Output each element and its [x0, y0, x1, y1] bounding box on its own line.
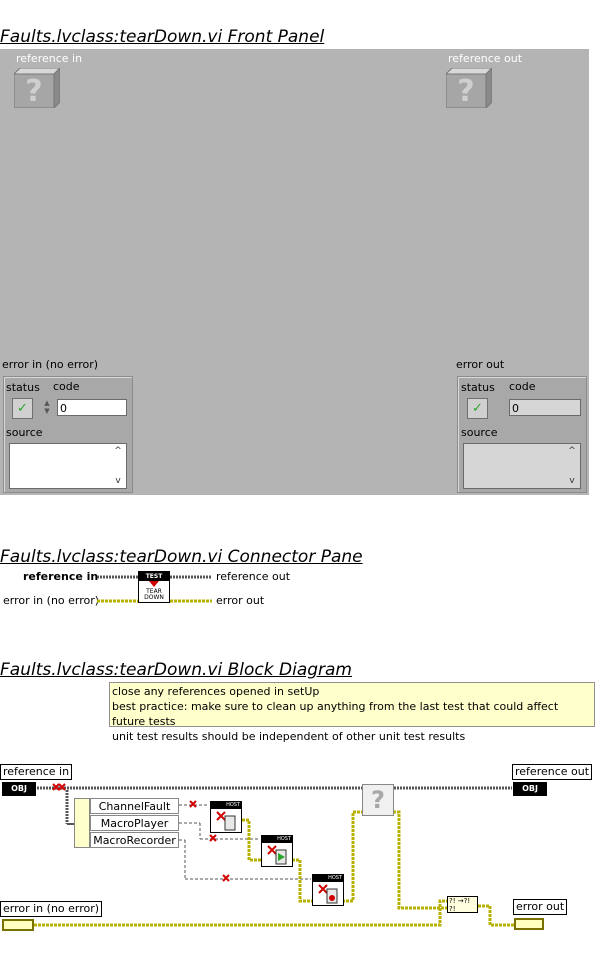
- error-out-code-field: 0: [509, 399, 581, 416]
- unbundle-item-macrorecorder[interactable]: MacroRecorder: [90, 832, 179, 848]
- check-icon: ✓: [17, 401, 28, 416]
- bd-reference-out-terminal[interactable]: OBJ: [513, 782, 547, 796]
- comment-line: best practice: make sure to clean up any…: [112, 700, 559, 728]
- unbundle-node[interactable]: [74, 798, 90, 848]
- teardown-vi-icon[interactable]: TEST TEAR DOWN: [138, 571, 170, 603]
- diagram-comment[interactable]: close any references opened in setUp bes…: [109, 682, 595, 743]
- bd-error-in-label: error in (no error): [0, 901, 103, 917]
- close-channelfault-subvi[interactable]: HOST: [210, 801, 242, 833]
- error-in-cluster: status code ✓ ▲ ▼ 0 source ^ v: [3, 376, 133, 493]
- question-class-icon: ?: [12, 66, 62, 110]
- check-icon: ✓: [472, 401, 483, 416]
- error-out-cluster: status code ✓ 0 source ^ v: [457, 376, 587, 493]
- error-out-status-indicator: ✓: [467, 398, 488, 419]
- arrow-down-icon: [149, 581, 159, 587]
- error-in-status-checkbox[interactable]: ✓: [12, 398, 33, 419]
- test-banner: TEST: [139, 572, 169, 581]
- connector-pane-title: Faults.lvclass:tearDown.vi Connector Pan…: [0, 547, 363, 567]
- svg-text:?: ?: [25, 74, 42, 108]
- reference-out-label: reference out: [448, 52, 523, 65]
- unbundle-item-macroplayer[interactable]: MacroPlayer: [90, 815, 179, 831]
- reference-in-label: reference in: [16, 52, 83, 65]
- chevron-down-icon[interactable]: v: [115, 476, 120, 486]
- front-panel-area: reference in ? reference out ? error in …: [0, 49, 589, 495]
- close-macrorecorder-subvi[interactable]: HOST: [312, 874, 344, 906]
- error-in-status-label: status: [6, 381, 40, 394]
- unbundle-item-channelfault[interactable]: ChannelFault: [90, 798, 179, 814]
- source-scrollbar[interactable]: ^ v: [566, 446, 578, 486]
- chevron-up-icon[interactable]: ^: [568, 446, 576, 456]
- error-out-status-label: status: [461, 381, 495, 394]
- connector-pane-wires: [97, 575, 212, 603]
- bd-reference-out-label: reference out: [512, 764, 593, 780]
- error-out-source-field: ^ v: [463, 443, 581, 489]
- source-scrollbar[interactable]: ^ v: [112, 446, 124, 486]
- block-diagram-title: Faults.lvclass:tearDown.vi Block Diagram: [0, 660, 352, 680]
- down-text: DOWN: [144, 594, 164, 601]
- error-out-source-label: source: [461, 426, 498, 439]
- close-macroplayer-subvi[interactable]: HOST: [261, 835, 293, 867]
- svg-text:?: ?: [457, 74, 474, 108]
- error-out-label: error out: [456, 358, 505, 371]
- host-banner: HOST: [262, 836, 292, 843]
- close-file-icon: [216, 811, 236, 831]
- comment-line: close any references opened in setUp: [112, 685, 320, 698]
- error-in-source-label: source: [6, 426, 43, 439]
- bd-error-in-terminal[interactable]: [2, 919, 34, 931]
- front-panel-title: Faults.lvclass:tearDown.vi Front Panel: [0, 27, 325, 47]
- merge-errors-icon: ?! →?!?!: [449, 897, 471, 913]
- reference-out-indicator: ?: [444, 66, 494, 110]
- bd-reference-in-label: reference in: [0, 764, 73, 780]
- error-in-label: error in (no error): [2, 358, 99, 371]
- bd-reference-in-terminal[interactable]: OBJ: [2, 782, 36, 796]
- error-in-code-spinner[interactable]: ▲ ▼: [43, 399, 51, 416]
- merge-errors-node[interactable]: ?! →?!?!: [447, 896, 478, 913]
- play-icon: [267, 845, 287, 865]
- error-out-code-label: code: [509, 380, 536, 393]
- chevron-down-icon[interactable]: v: [569, 476, 574, 486]
- host-banner: HOST: [313, 875, 343, 882]
- missing-vi-node[interactable]: ?: [362, 784, 394, 816]
- host-banner: HOST: [211, 802, 241, 809]
- question-class-icon: ?: [444, 66, 494, 110]
- chevron-up-icon[interactable]: ^: [114, 446, 122, 456]
- error-in-code-field[interactable]: 0: [57, 399, 127, 416]
- record-icon: [318, 884, 338, 904]
- comment-line: unit test results should be independent …: [112, 730, 466, 743]
- error-in-source-field[interactable]: ^ v: [9, 443, 127, 489]
- bd-error-out-terminal[interactable]: [514, 918, 544, 930]
- error-in-code-label: code: [53, 380, 80, 393]
- reference-in-control[interactable]: ?: [12, 66, 62, 110]
- bd-error-out-label: error out: [513, 899, 568, 915]
